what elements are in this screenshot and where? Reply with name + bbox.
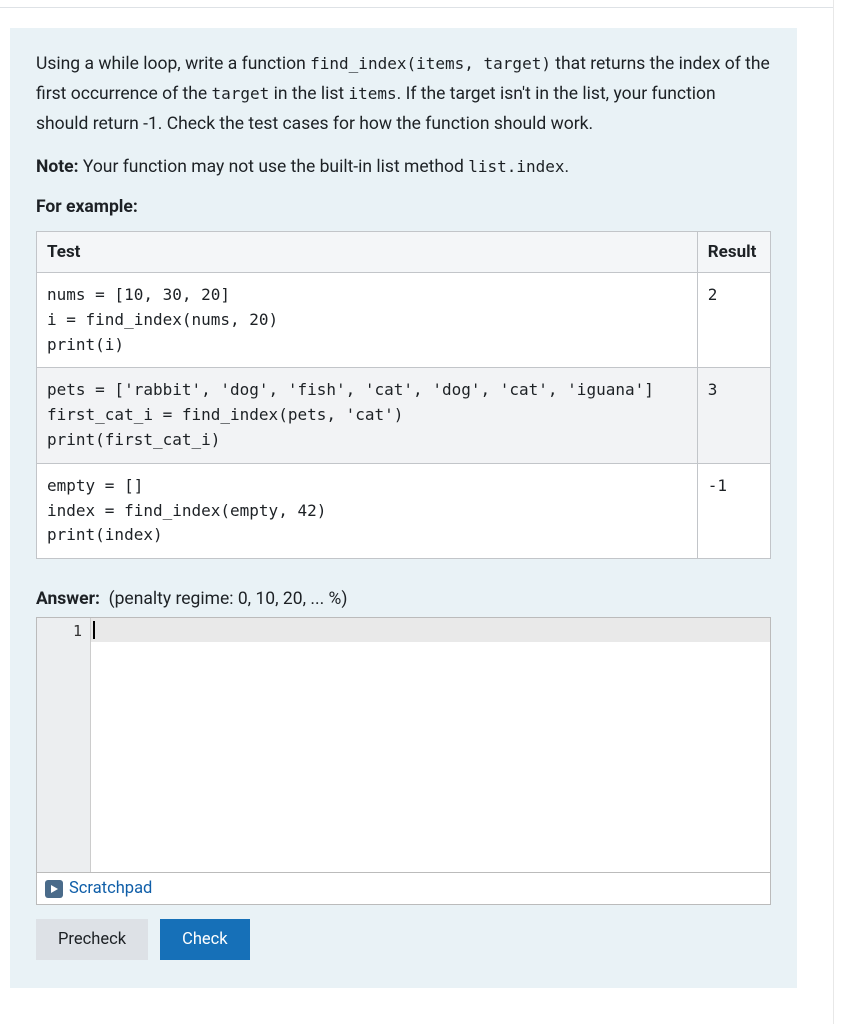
answer-label: Answer: (penalty regime: 0, 10, 20, ... … xyxy=(36,589,771,609)
code-area[interactable] xyxy=(91,618,770,872)
code-line[interactable] xyxy=(91,618,770,640)
table-row: nums = [10, 30, 20] i = find_index(nums,… xyxy=(37,273,771,368)
test-cell: empty = [] index = find_index(empty, 42)… xyxy=(37,463,698,558)
example-label: For example: xyxy=(36,197,771,217)
button-row: Precheck Check xyxy=(36,919,771,960)
penalty-regime: (penalty regime: 0, 10, 20, ... %) xyxy=(109,589,348,609)
top-bar xyxy=(0,0,842,8)
q-code: items xyxy=(349,84,397,103)
cursor-icon xyxy=(93,621,95,639)
q-part: Using a while loop, write a function xyxy=(36,54,310,74)
result-cell: 2 xyxy=(697,273,770,368)
table-row: empty = [] index = find_index(empty, 42)… xyxy=(37,463,771,558)
table-header-result: Result xyxy=(697,232,770,273)
examples-table: Test Result nums = [10, 30, 20] i = find… xyxy=(36,231,771,559)
result-cell: 3 xyxy=(697,368,770,463)
question-card: Using a while loop, write a function fin… xyxy=(10,28,797,988)
table-header-test: Test xyxy=(37,232,698,273)
test-cell: nums = [10, 30, 20] i = find_index(nums,… xyxy=(37,273,698,368)
note-text: Note: Your function may not use the buil… xyxy=(36,153,771,183)
play-icon xyxy=(45,880,63,898)
note-before: Your function may not use the built-in l… xyxy=(79,157,469,177)
line-number: 1 xyxy=(37,622,82,640)
line-gutter: 1 xyxy=(37,618,91,872)
result-cell: -1 xyxy=(697,463,770,558)
scratchpad-link[interactable]: Scratchpad xyxy=(69,879,152,898)
check-button[interactable]: Check xyxy=(160,919,250,960)
code-editor[interactable]: 1 xyxy=(36,617,771,873)
precheck-button[interactable]: Precheck xyxy=(36,919,148,960)
q-part: in the list xyxy=(269,84,348,104)
right-strip xyxy=(833,0,842,1024)
question-text: Using a while loop, write a function fin… xyxy=(36,50,771,139)
editor-area[interactable]: 1 xyxy=(37,618,770,872)
table-row: pets = ['rabbit', 'dog', 'fish', 'cat', … xyxy=(37,368,771,463)
note-code: list.index xyxy=(468,157,564,176)
scratchpad-bar[interactable]: Scratchpad xyxy=(36,873,771,905)
q-code: target xyxy=(212,84,270,103)
test-cell: pets = ['rabbit', 'dog', 'fish', 'cat', … xyxy=(37,368,698,463)
answer-bold: Answer: xyxy=(36,589,100,609)
note-label: Note: xyxy=(36,157,79,177)
code-rest[interactable] xyxy=(91,642,770,872)
q-code: find_index(items, target) xyxy=(310,54,551,73)
note-after: . xyxy=(565,157,570,177)
